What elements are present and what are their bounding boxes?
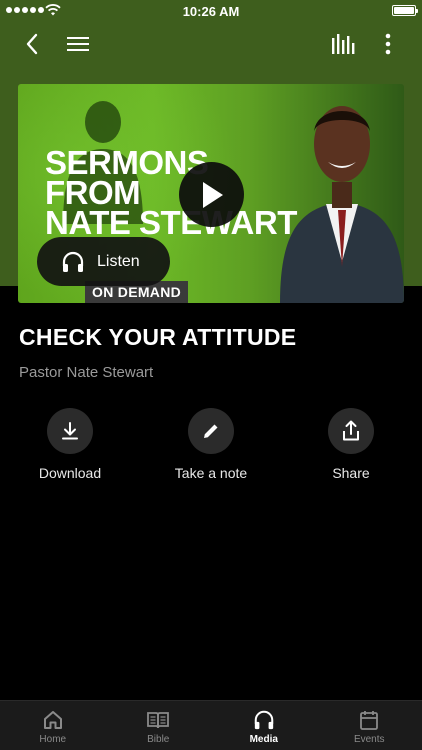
listen-label: Listen <box>97 252 140 270</box>
audio-button[interactable] <box>328 28 360 60</box>
menu-button[interactable] <box>62 28 94 60</box>
download-button-circle <box>47 408 93 454</box>
sermon-speaker: Pastor Nate Stewart <box>19 364 154 381</box>
tab-events[interactable]: Events <box>317 701 422 750</box>
battery-icon <box>392 5 418 16</box>
tab-media[interactable]: Media <box>211 701 317 750</box>
status-bar: 10:26 AM <box>0 0 422 22</box>
nav-bar <box>0 22 422 66</box>
headphones-icon <box>254 710 274 730</box>
home-icon <box>43 711 62 729</box>
headphones-icon <box>62 251 84 272</box>
audio-bars-icon <box>332 34 355 54</box>
share-button[interactable]: Share <box>281 408 421 481</box>
tab-events-label: Events <box>353 734 385 745</box>
take-note-button-circle <box>188 408 234 454</box>
share-icon <box>343 420 359 441</box>
hamburger-icon <box>67 37 89 51</box>
download-button[interactable]: Download <box>0 408 140 481</box>
tab-bible-label: Bible <box>147 734 170 745</box>
calendar-icon <box>360 711 379 730</box>
take-note-label: Take a note <box>174 465 248 481</box>
download-icon <box>62 422 78 440</box>
sermon-title: CHECK YOUR ATTITUDE <box>19 324 297 350</box>
status-time: 10:26 AM <box>182 4 240 19</box>
book-icon <box>147 712 170 729</box>
chevron-left-icon <box>26 33 38 55</box>
back-button[interactable] <box>16 28 48 60</box>
pencil-icon <box>204 424 218 438</box>
tab-home[interactable]: Home <box>0 701 106 750</box>
tab-media-label: Media <box>249 734 278 745</box>
more-options-button[interactable] <box>372 28 404 60</box>
download-label: Download <box>38 465 102 481</box>
take-note-button[interactable]: Take a note <box>141 408 281 481</box>
tab-bible[interactable]: Bible <box>106 701 212 750</box>
vertical-ellipsis-icon <box>385 33 391 55</box>
tab-home-label: Home <box>39 734 67 745</box>
play-icon <box>202 181 223 208</box>
share-button-circle <box>328 408 374 454</box>
tab-bar: Home Bible Media Events <box>0 700 422 750</box>
share-label: Share <box>332 465 370 481</box>
listen-button[interactable]: Listen <box>37 237 170 286</box>
play-button[interactable] <box>179 162 244 227</box>
